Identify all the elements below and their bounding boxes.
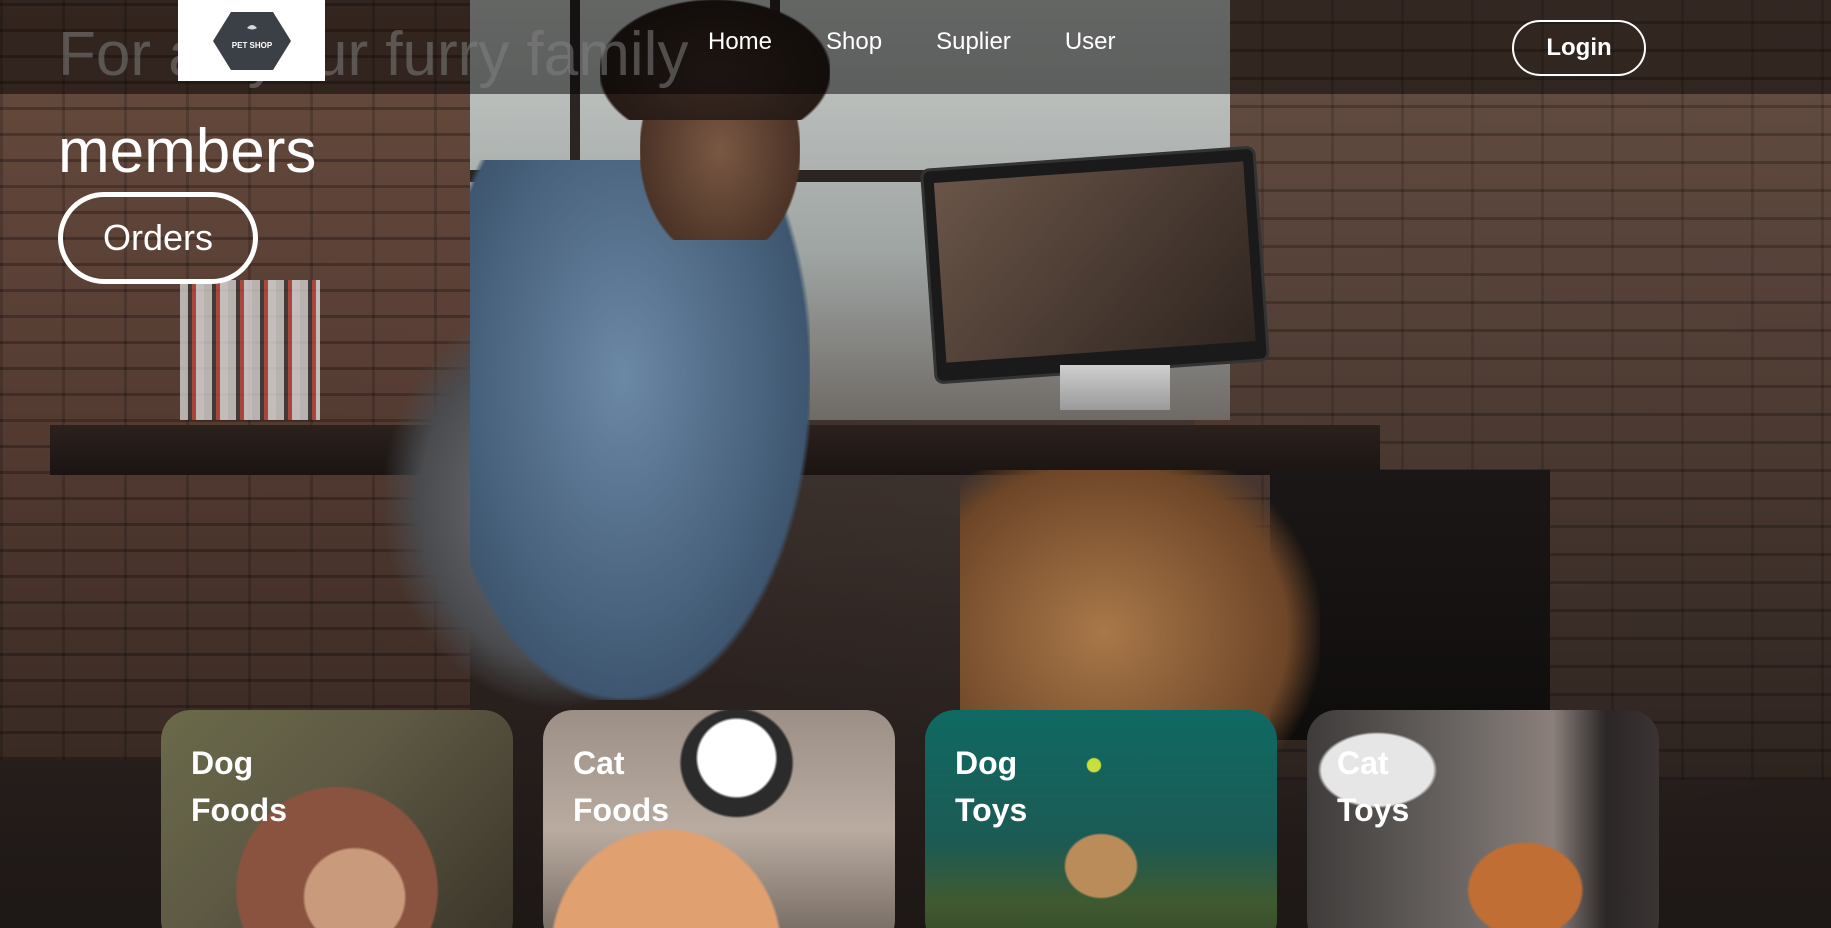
person	[470, 160, 810, 700]
category-card-title: Dog Foods	[191, 740, 391, 834]
category-card-title: Cat Toys	[1337, 740, 1537, 834]
nav-link-home[interactable]: Home	[708, 28, 772, 56]
category-card-title-line1: Cat	[1337, 745, 1389, 781]
books	[180, 280, 320, 420]
category-cards: Dog Foods Cat Foods Dog Toys Cat Toys	[161, 710, 1659, 928]
nav-link-user[interactable]: User	[1065, 28, 1116, 56]
nav-links: Home Shop Suplier User	[708, 28, 1169, 56]
category-card-title-line2: Foods	[191, 792, 287, 828]
category-card-dog-foods[interactable]: Dog Foods	[161, 710, 513, 928]
category-card-title-line2: Toys	[1337, 792, 1410, 828]
nav-link-suplier[interactable]: Suplier	[936, 28, 1011, 56]
category-card-title-line1: Cat	[573, 745, 625, 781]
category-card-title-line2: Foods	[573, 792, 669, 828]
nav-link-shop[interactable]: Shop	[826, 28, 882, 56]
hero-title-line2: members	[58, 117, 317, 186]
logo-text: PET SHOP	[231, 41, 272, 50]
category-card-cat-foods[interactable]: Cat Foods	[543, 710, 895, 928]
orders-button[interactable]: Orders	[58, 192, 258, 284]
logo-link[interactable]: PET SHOP	[178, 0, 325, 81]
category-card-title-line1: Dog	[955, 745, 1018, 781]
pet-shop-logo-icon: PET SHOP	[212, 11, 291, 70]
monitor	[923, 148, 1267, 382]
category-card-title-line1: Dog	[191, 745, 254, 781]
category-card-title-line2: Toys	[955, 792, 1028, 828]
category-card-cat-toys[interactable]: Cat Toys	[1307, 710, 1659, 928]
login-button[interactable]: Login	[1512, 20, 1646, 76]
navbar: PET SHOP Home Shop Suplier User Login	[0, 0, 1831, 94]
monitor-stand	[1060, 365, 1170, 410]
monitor-screen	[933, 161, 1256, 363]
category-card-dog-toys[interactable]: Dog Toys	[925, 710, 1277, 928]
category-card-title: Dog Toys	[955, 740, 1155, 834]
category-card-title: Cat Foods	[573, 740, 773, 834]
